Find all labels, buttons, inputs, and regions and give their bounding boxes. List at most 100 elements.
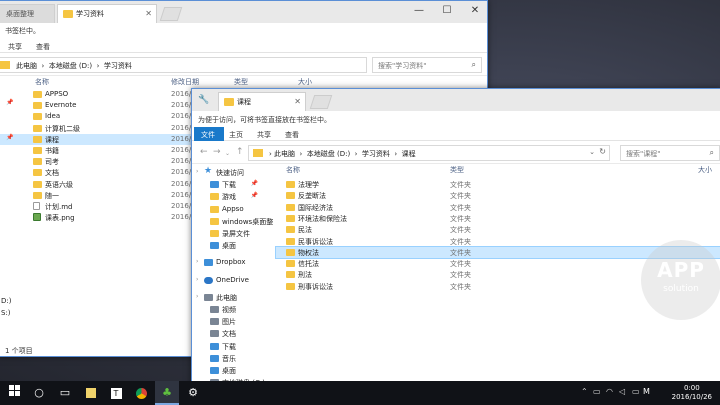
search-icon[interactable]: ○ — [27, 381, 51, 405]
bookmark-hint: 为便于访问，可将书签直接放在书签栏中。 — [192, 112, 720, 126]
close-button[interactable]: ✕ — [461, 1, 487, 23]
column-size[interactable]: 大小 — [298, 77, 312, 87]
sidebar-item[interactable]: › OneDrive — [192, 275, 276, 287]
sidebar-item[interactable]: windows桌面整 — [192, 216, 276, 228]
message-icon[interactable]: ▭ — [632, 387, 640, 396]
new-tab-button[interactable] — [159, 7, 183, 21]
sidebar-item[interactable]: 文档 — [192, 328, 276, 340]
ribbon-share[interactable]: 共享 — [250, 127, 278, 141]
ribbon-home[interactable]: 主页 — [222, 127, 250, 141]
sidebar-item[interactable]: 音乐 — [192, 353, 276, 365]
folder-icon — [210, 354, 219, 362]
chevron-down-icon[interactable]: ⌄ — [225, 150, 230, 157]
sidebar-item[interactable]: 下载 — [192, 341, 276, 353]
item-type: 文件夹 — [450, 214, 471, 223]
chevron-right-icon[interactable]: › — [196, 168, 198, 175]
tab-bar: 桌面整理 学习资料 ✕ — ☐ ✕ — [0, 1, 487, 23]
list-item[interactable]: 民法 文件夹 — [276, 224, 720, 235]
item-date: 2016/ — [171, 90, 192, 98]
maximize-button[interactable]: ☐ — [433, 1, 461, 23]
clock[interactable]: 0:00 2016/10/26 — [672, 384, 712, 402]
list-item[interactable]: 反垄断法 文件夹 — [276, 190, 720, 201]
folder-icon — [210, 342, 219, 350]
forward-arrow-icon[interactable]: → — [213, 147, 221, 157]
search-input[interactable]: 搜索"学习资料" ⌕ — [372, 57, 482, 73]
list-item[interactable]: 环境法和保险法 文件夹 — [276, 213, 720, 224]
ribbon-file[interactable]: 文件 — [194, 127, 224, 141]
chevron-right-icon[interactable]: › — [196, 276, 198, 283]
up-arrow-icon[interactable]: ↑ — [236, 147, 244, 157]
column-type[interactable]: 类型 — [450, 165, 464, 175]
sidebar-item[interactable]: › ★ 快速访问 — [192, 166, 276, 179]
address-bar[interactable]: 此电脑 › 本地磁盘 (D:) › 学习资料 — [0, 57, 367, 73]
sidebar-item-label: OneDrive — [216, 275, 249, 284]
search-input[interactable]: 搜索"课程" ⌕ — [620, 145, 720, 161]
windows-logo-icon — [8, 385, 20, 396]
column-name[interactable]: 名称 — [35, 77, 49, 87]
sidebar-edge: S:) — [1, 309, 11, 317]
sidebar-item-label: 下载 — [222, 342, 236, 351]
minimize-button[interactable]: — — [405, 1, 433, 23]
ribbon-view[interactable]: 查看 — [278, 127, 306, 141]
clover-icon[interactable]: ♣ — [155, 381, 179, 405]
sidebar-item[interactable]: 视频 — [192, 304, 276, 316]
task-view-icon[interactable]: ▭ — [53, 381, 77, 405]
ribbon-share[interactable]: 共享 — [1, 39, 29, 53]
column-type[interactable]: 类型 — [234, 77, 248, 87]
volume-icon[interactable]: ◁ — [619, 387, 625, 396]
windows-logo-icon[interactable] — [2, 381, 26, 405]
sidebar-item[interactable]: 游戏 📌 — [192, 191, 276, 203]
close-tab-icon[interactable]: ✕ — [294, 97, 301, 106]
folder-icon — [286, 248, 295, 256]
tab-desktop-cleanup[interactable]: 桌面整理 — [0, 4, 55, 23]
folder-icon — [210, 181, 219, 189]
sidebar-item-label: 快速访问 — [216, 169, 244, 177]
ribbon-tabs: 共享 查看 — [0, 39, 487, 53]
wrench-icon[interactable]: 🔧 — [198, 95, 209, 105]
settings-gear-icon[interactable]: ⚙ — [181, 381, 205, 405]
sidebar-item[interactable]: 桌面 — [192, 240, 276, 252]
sidebar-item[interactable]: › Dropbox — [192, 257, 276, 269]
list-item[interactable]: 国际经济法 文件夹 — [276, 202, 720, 213]
list-item[interactable]: 民事诉讼法 文件夹 — [276, 236, 720, 247]
ime-indicator[interactable]: M — [643, 387, 650, 396]
item-date: 2016/ — [171, 202, 192, 210]
folder-icon — [286, 214, 295, 222]
sidebar-item[interactable]: › 此电脑 — [192, 292, 276, 304]
item-type: 文件夹 — [450, 248, 471, 257]
tray-chevron-icon[interactable]: ⌃ — [581, 387, 588, 396]
item-name: 民事诉讼法 — [298, 237, 333, 246]
typora-icon[interactable]: T — [104, 381, 128, 405]
chrome-icon[interactable] — [129, 381, 153, 405]
wifi-icon[interactable]: ◠ — [606, 387, 613, 396]
ribbon-view[interactable]: 查看 — [29, 39, 57, 53]
list-item[interactable]: 法理学 文件夹 — [276, 179, 720, 190]
sidebar-item[interactable]: 录屏文件 — [192, 228, 276, 240]
back-arrow-icon[interactable]: ← — [200, 147, 208, 157]
pin-icon: 📌 — [6, 134, 14, 141]
new-tab-button[interactable] — [309, 95, 333, 109]
column-size[interactable]: 大小 — [698, 165, 712, 175]
sidebar-item[interactable]: 图片 — [192, 316, 276, 328]
chevron-down-icon[interactable]: ⌄ — [589, 148, 595, 156]
sidebar-item[interactable]: Appso — [192, 204, 276, 216]
item-date: 2016/ — [171, 123, 192, 132]
network-icon[interactable]: ▭ — [593, 387, 601, 396]
folder-icon — [286, 237, 295, 245]
address-bar[interactable]: › 此电脑 › 本地磁盘 (D:) › 学习资料 › 课程 ⌄ ↻ — [248, 145, 610, 161]
sidebar-item[interactable]: 下载 📌 — [192, 179, 276, 191]
chevron-right-icon[interactable]: › — [196, 293, 198, 300]
explorer-window-front[interactable]: 🔧 课程 ✕ 为便于访问，可将书签直接放在书签栏中。 文件 主页 共享 查看 ←… — [191, 88, 720, 388]
sticky-notes-icon[interactable] — [79, 381, 103, 405]
item-type: 文件夹 — [450, 282, 471, 291]
close-tab-icon[interactable]: ✕ — [145, 9, 152, 18]
chevron-right-icon[interactable]: › — [196, 258, 198, 265]
item-name: 法理学 — [298, 181, 319, 189]
column-modified[interactable]: 修改日期 — [171, 77, 199, 87]
sidebar-item[interactable]: 桌面 — [192, 365, 276, 377]
column-name[interactable]: 名称 — [286, 165, 300, 175]
refresh-icon[interactable]: ↻ — [599, 147, 606, 156]
pin-icon: 📌 — [250, 180, 258, 188]
tab-study-material[interactable]: 学习资料 ✕ — [57, 4, 157, 23]
tab-course[interactable]: 课程 ✕ — [218, 92, 306, 111]
